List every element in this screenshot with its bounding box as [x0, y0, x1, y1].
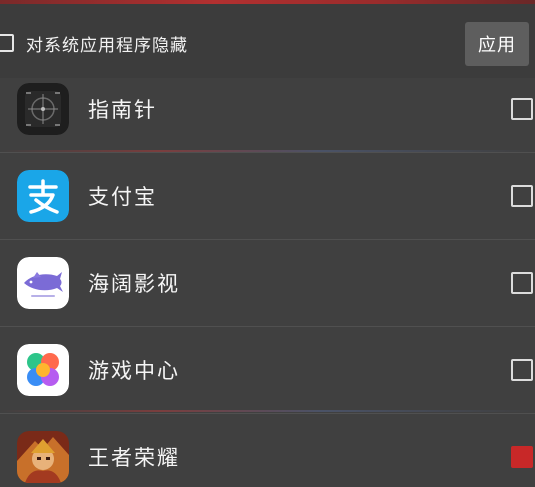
apply-button[interactable]: 应用: [465, 22, 529, 66]
compass-icon: [17, 83, 69, 135]
app-row-alipay[interactable]: 支付宝: [0, 153, 535, 240]
app-name: 游戏中心: [88, 359, 180, 383]
app-hide-screen: 对系统应用程序隐藏 应用 指南针 支付宝 海阔影视 游戏中心 王者荣耀: [0, 0, 535, 487]
app-row-compass[interactable]: 指南针: [0, 66, 535, 153]
hide-system-apps-toggle[interactable]: 对系统应用程序隐藏: [0, 30, 188, 56]
hide-system-checkbox[interactable]: [0, 34, 14, 52]
app-checkbox[interactable]: [511, 359, 533, 381]
app-checkbox[interactable]: [511, 98, 533, 120]
app-list: 指南针 支付宝 海阔影视 游戏中心 王者荣耀: [0, 66, 535, 487]
app-row-haikuo-video[interactable]: 海阔影视: [0, 240, 535, 327]
app-name: 支付宝: [88, 185, 157, 209]
app-checkbox[interactable]: [511, 272, 533, 294]
glitch-line: [0, 410, 535, 412]
app-name: 指南针: [88, 98, 157, 122]
app-name: 王者荣耀: [88, 446, 180, 470]
app-row-honor-of-kings[interactable]: 王者荣耀: [0, 414, 535, 487]
glitch-line: [0, 150, 535, 152]
hide-system-label: 对系统应用程序隐藏: [26, 35, 188, 56]
app-checkbox[interactable]: [511, 185, 533, 207]
haikuo-video-icon: [17, 257, 69, 309]
game-center-icon: [17, 344, 69, 396]
app-checkbox-checked[interactable]: [511, 446, 533, 468]
honor-of-kings-icon: [17, 431, 69, 483]
app-name: 海阔影视: [88, 272, 180, 296]
alipay-icon: [17, 170, 69, 222]
app-row-game-center[interactable]: 游戏中心: [0, 327, 535, 414]
